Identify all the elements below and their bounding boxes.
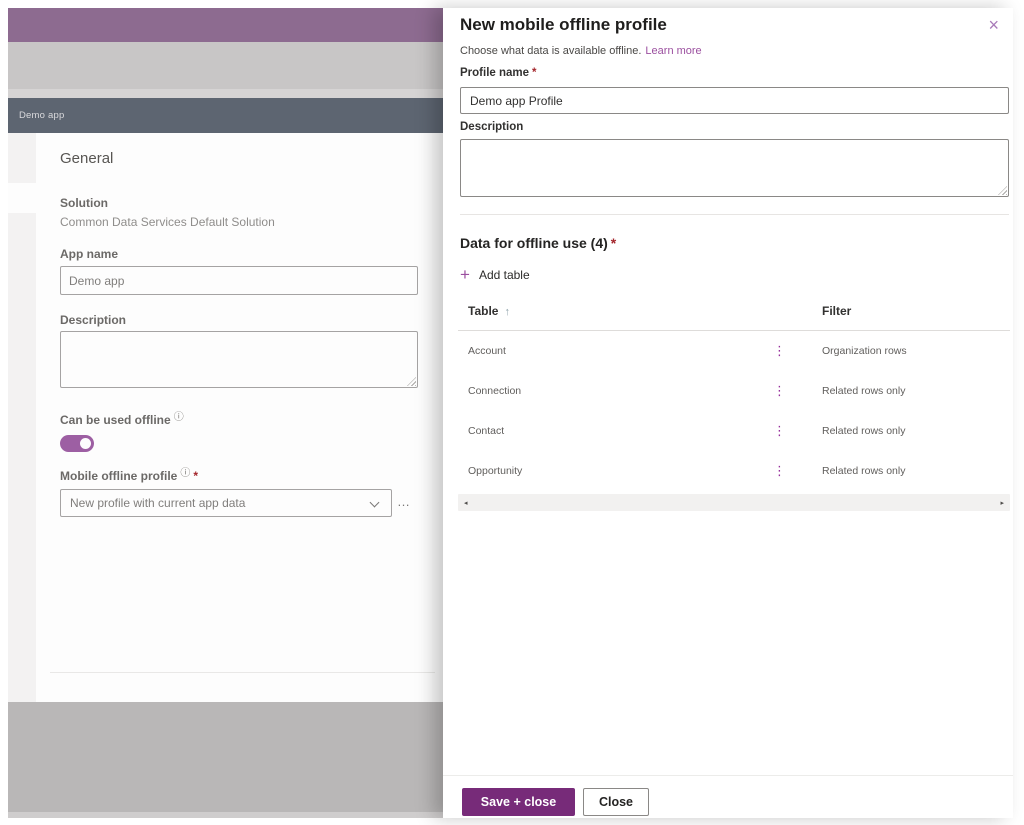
- left-nav-rail: [8, 133, 36, 702]
- info-icon: ⓘ: [174, 412, 184, 423]
- table-row[interactable]: Opportunity ⋮ Related rows only: [458, 451, 1010, 491]
- table-row[interactable]: Account ⋮ Organization rows: [458, 331, 1010, 371]
- editor-toolbar: [8, 42, 443, 89]
- resize-grip-icon[interactable]: [407, 377, 416, 386]
- table-name: Account: [468, 345, 506, 357]
- table-row[interactable]: Contact ⋮ Related rows only: [458, 411, 1010, 451]
- panel-divider: [460, 214, 1009, 215]
- add-table-label: Add table: [479, 268, 530, 282]
- offline-toggle[interactable]: [60, 435, 94, 452]
- learn-more-link[interactable]: Learn more: [645, 45, 701, 57]
- offline-tables-list: Account ⋮ Organization rows Connection ⋮…: [458, 331, 1010, 491]
- app-name-input[interactable]: [60, 266, 418, 295]
- sort-ascending-icon: ↑: [504, 306, 510, 318]
- panel-description-label: Description: [460, 121, 523, 133]
- table-filter: Related rows only: [822, 425, 905, 437]
- add-icon: +: [460, 268, 470, 282]
- profile-name-input[interactable]: [460, 87, 1009, 114]
- chevron-down-icon: [370, 498, 380, 508]
- required-marker: *: [193, 469, 198, 483]
- page-footer-edge: [8, 812, 443, 818]
- app-tab-bar: Demo app: [8, 98, 443, 133]
- row-overflow-icon[interactable]: ⋮: [773, 426, 786, 436]
- save-close-button[interactable]: Save + close: [462, 788, 575, 816]
- dropdown-selected-value: New profile with current app data: [70, 496, 245, 510]
- app-name-label: App name: [60, 247, 118, 261]
- panel-footer-divider: [443, 775, 1013, 776]
- column-header-filter[interactable]: Filter: [822, 304, 851, 318]
- column-header-table[interactable]: Table↑: [468, 304, 510, 318]
- row-overflow-icon[interactable]: ⋮: [773, 346, 786, 356]
- close-button[interactable]: Close: [583, 788, 649, 816]
- table-name: Opportunity: [468, 465, 522, 477]
- table-filter: Related rows only: [822, 385, 905, 397]
- panel-subtitle: Choose what data is available offline.Le…: [460, 45, 702, 57]
- required-marker: *: [532, 67, 536, 79]
- scroll-right-icon[interactable]: ▸: [1000, 499, 1004, 507]
- close-icon[interactable]: ×: [988, 16, 999, 34]
- rail-selected-item[interactable]: [8, 183, 36, 213]
- table-filter: Organization rows: [822, 345, 907, 357]
- data-for-offline-use-heading: Data for offline use (4)*: [460, 235, 616, 251]
- app-tab-demo-app[interactable]: Demo app: [19, 110, 64, 121]
- mobile-offline-profile-label: Mobile offline profileⓘ*: [60, 468, 198, 483]
- scroll-left-icon[interactable]: ◂: [464, 499, 468, 507]
- solution-value: Common Data Services Default Solution: [60, 215, 275, 229]
- page-footer: [8, 702, 443, 812]
- horizontal-scrollbar[interactable]: ◂ ▸: [458, 494, 1010, 511]
- can-be-used-offline-label: Can be used offlineⓘ: [60, 412, 184, 427]
- panel-description-textarea[interactable]: [460, 139, 1009, 197]
- table-filter: Related rows only: [822, 465, 905, 477]
- resize-grip-icon[interactable]: [998, 186, 1007, 195]
- description-textarea[interactable]: [60, 331, 418, 388]
- table-name: Contact: [468, 425, 504, 437]
- solution-label: Solution: [60, 196, 108, 210]
- add-table-button[interactable]: + Add table: [460, 268, 530, 282]
- panel-title: New mobile offline profile: [460, 15, 667, 35]
- row-overflow-icon[interactable]: ⋮: [773, 466, 786, 476]
- info-icon: ⓘ: [180, 468, 190, 479]
- mobile-offline-profile-dropdown[interactable]: New profile with current app data: [60, 489, 392, 517]
- required-marker: *: [611, 235, 616, 251]
- toggle-knob: [80, 438, 91, 449]
- profile-name-label: Profile name*: [460, 67, 537, 79]
- more-options-button[interactable]: …: [397, 494, 411, 509]
- table-name: Connection: [468, 385, 521, 397]
- section-divider: [50, 672, 435, 673]
- toolbar-divider: [8, 89, 443, 98]
- description-label: Description: [60, 313, 126, 327]
- page-title: General: [60, 150, 113, 167]
- top-command-bar: [8, 8, 443, 42]
- row-overflow-icon[interactable]: ⋮: [773, 386, 786, 396]
- table-row[interactable]: Connection ⋮ Related rows only: [458, 371, 1010, 411]
- general-settings-page: General Solution Common Data Services De…: [36, 133, 443, 702]
- new-mobile-offline-profile-panel: New mobile offline profile × Choose what…: [443, 8, 1013, 818]
